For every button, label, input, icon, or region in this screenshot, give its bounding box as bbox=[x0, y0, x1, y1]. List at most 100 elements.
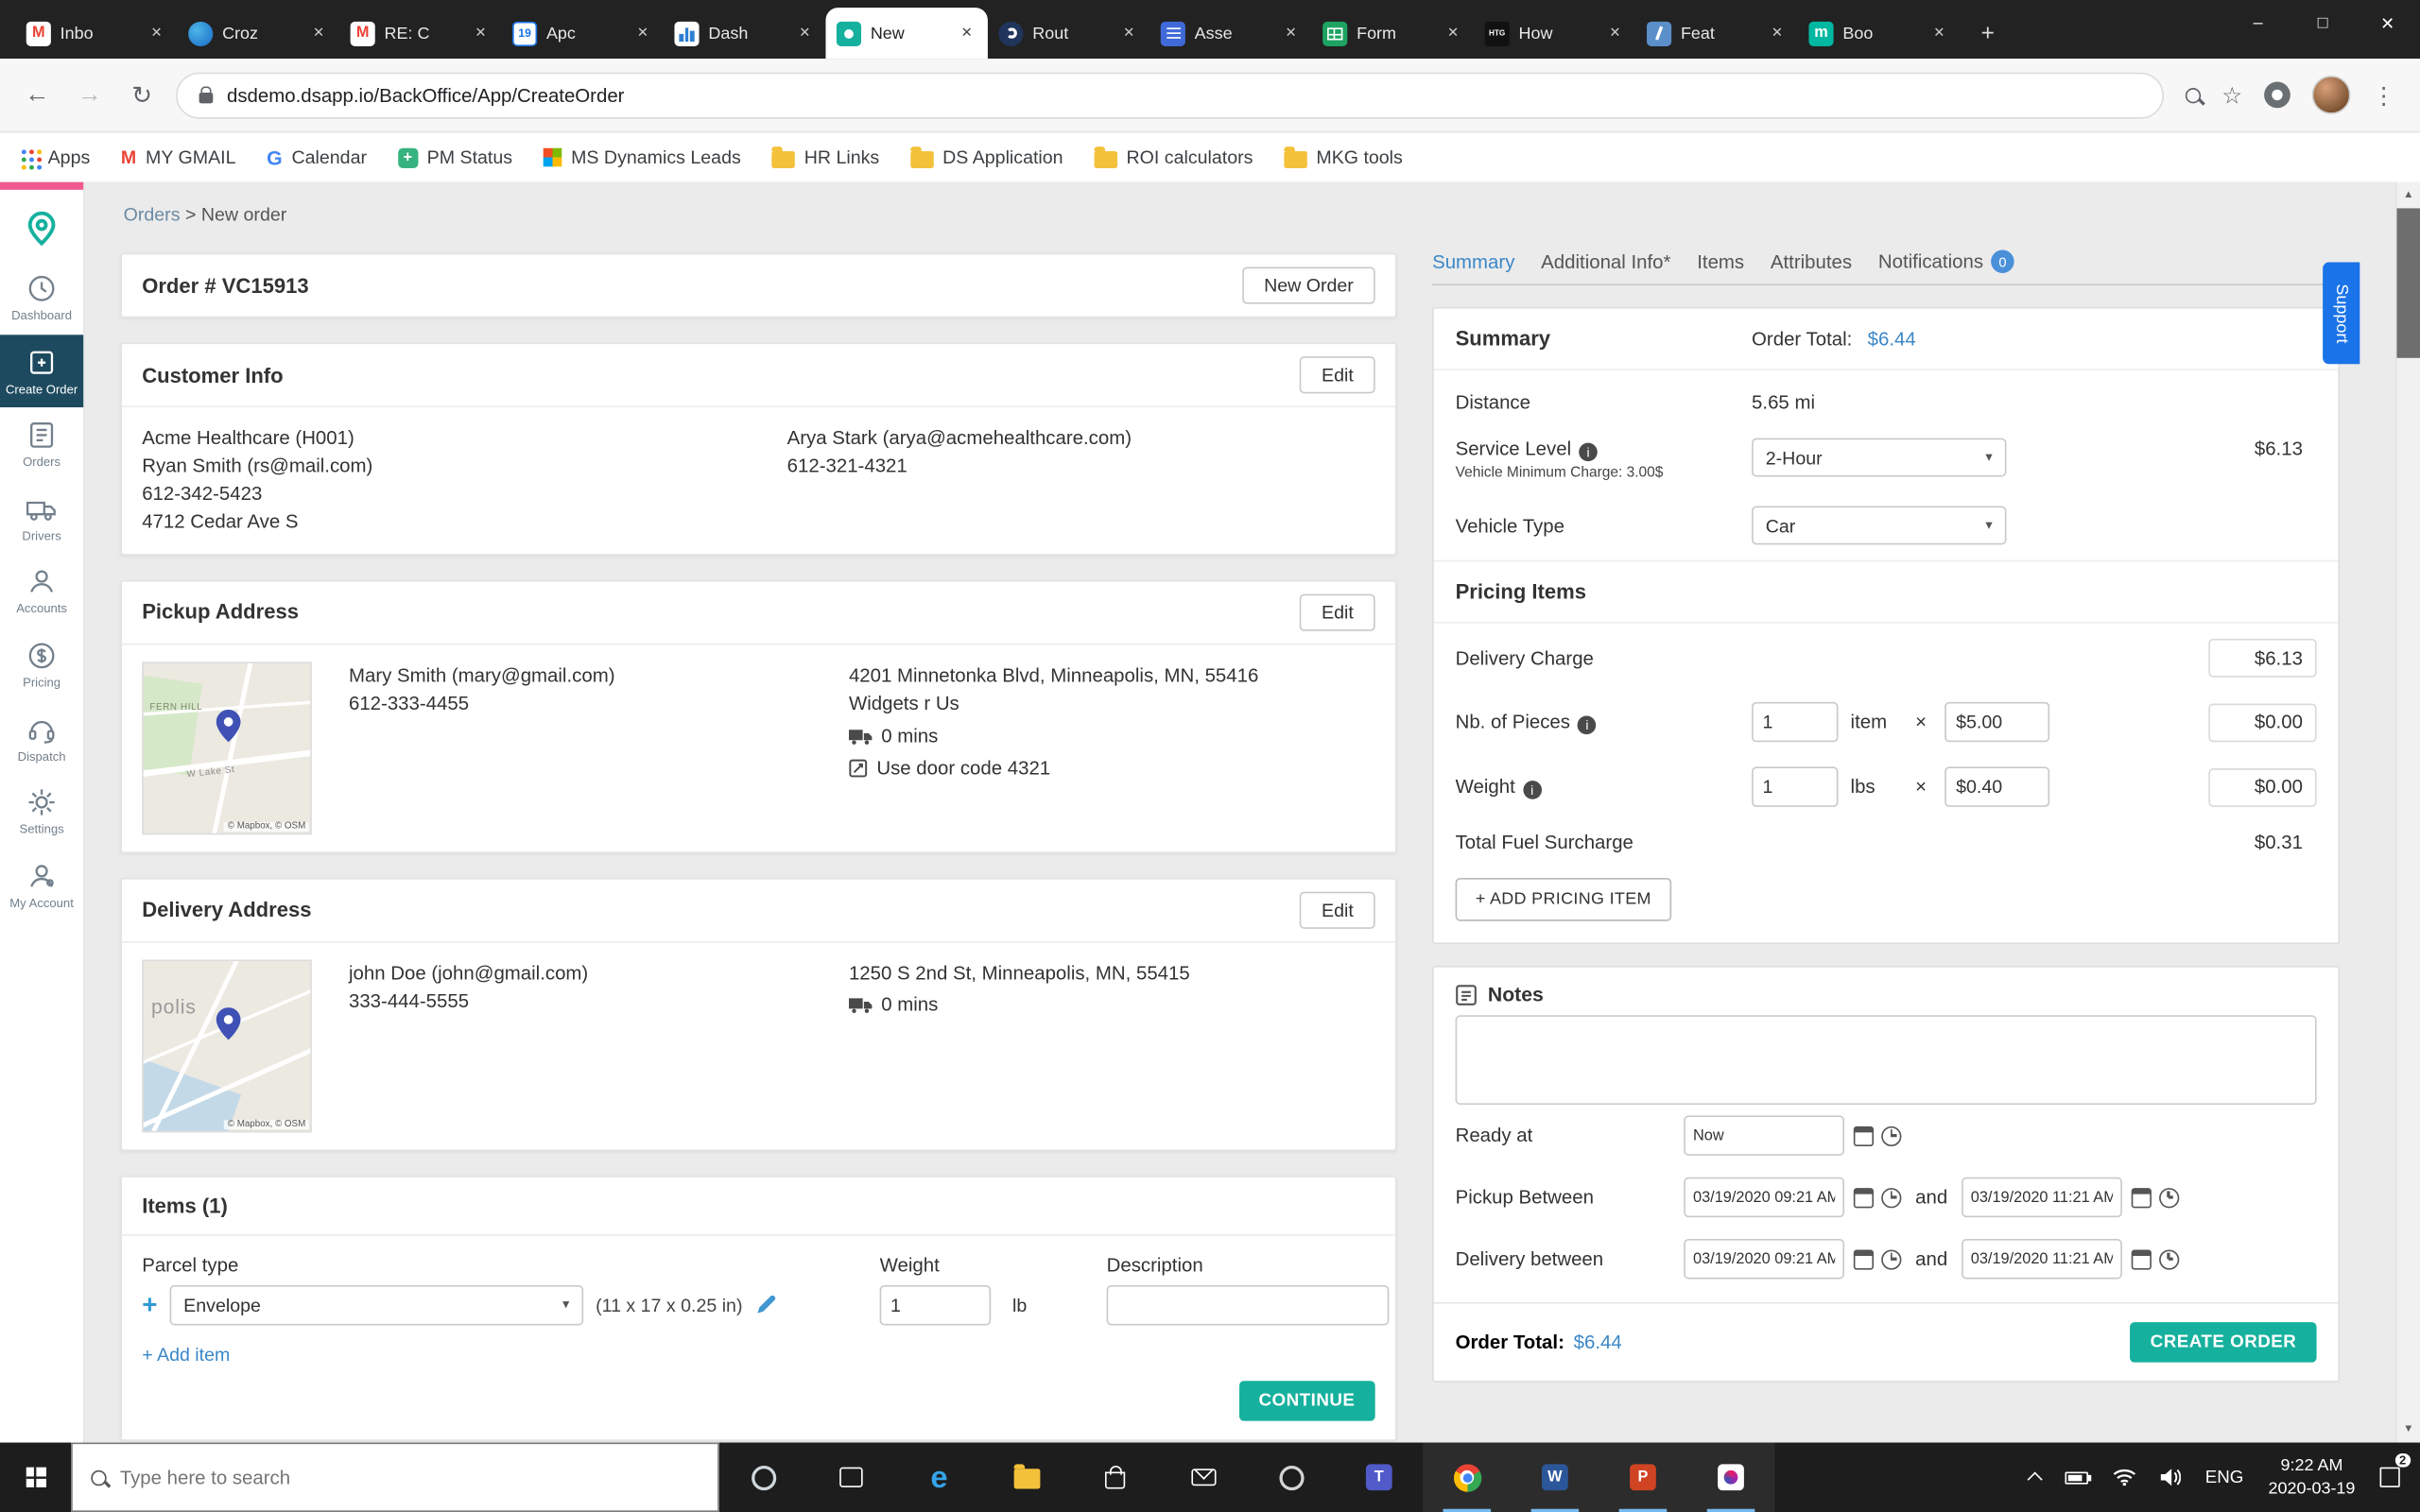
sidebar-item-dashboard[interactable]: Dashboard bbox=[0, 261, 83, 335]
browser-tab[interactable]: Feat ✕ bbox=[1636, 8, 1798, 59]
calendar-icon[interactable] bbox=[1854, 1187, 1874, 1207]
info-icon[interactable] bbox=[1578, 715, 1597, 734]
sidebar-item-drivers[interactable]: Drivers bbox=[0, 481, 83, 555]
extension-icon[interactable] bbox=[2264, 82, 2290, 109]
network-button[interactable] bbox=[2100, 1443, 2149, 1512]
parcel-type-select[interactable]: Envelope ▾ bbox=[169, 1284, 583, 1324]
description-input[interactable] bbox=[1107, 1284, 1390, 1324]
cortana-button[interactable] bbox=[719, 1443, 807, 1512]
weight-pricing-input[interactable] bbox=[1752, 766, 1838, 806]
bookmark-hr-links[interactable]: HR Links bbox=[771, 146, 879, 168]
weight-input[interactable] bbox=[880, 1284, 992, 1324]
mail-button[interactable] bbox=[1159, 1443, 1247, 1512]
sidebar-item-pricing[interactable]: Pricing bbox=[0, 627, 83, 701]
clock-icon[interactable] bbox=[1881, 1249, 1901, 1269]
tab-close-icon[interactable]: ✕ bbox=[1767, 25, 1787, 42]
edit-pickup-button[interactable]: Edit bbox=[1300, 593, 1374, 630]
edit-parcel-icon[interactable] bbox=[755, 1293, 778, 1315]
sidebar-item-orders[interactable]: Orders bbox=[0, 407, 83, 481]
taskbar-search[interactable] bbox=[71, 1443, 719, 1512]
bookmark-ms-dynamics[interactable]: MS Dynamics Leads bbox=[544, 146, 741, 168]
tab-close-icon[interactable]: ✕ bbox=[1119, 25, 1139, 42]
paint3d-button[interactable] bbox=[1686, 1443, 1774, 1512]
sidebar-item-settings[interactable]: Settings bbox=[0, 775, 83, 849]
sidebar-item-my-account[interactable]: My Account bbox=[0, 849, 83, 922]
pieces-input[interactable] bbox=[1752, 702, 1838, 742]
pickup-from-input[interactable] bbox=[1684, 1177, 1844, 1217]
clock-icon[interactable] bbox=[1881, 1125, 1901, 1145]
capture-app-button[interactable] bbox=[1247, 1443, 1335, 1512]
bookmark-ds-application[interactable]: DS Application bbox=[910, 146, 1063, 168]
minimize-button[interactable]: – bbox=[2225, 0, 2290, 46]
tab-close-icon[interactable]: ✕ bbox=[1443, 25, 1463, 42]
sidebar-item-create-order[interactable]: Create Order bbox=[0, 335, 83, 408]
taskbar-clock[interactable]: 9:22 AM2020-03-19 bbox=[2256, 1443, 2367, 1512]
browser-tab[interactable]: Rout ✕ bbox=[988, 8, 1150, 59]
tab-summary[interactable]: Summary bbox=[1432, 250, 1514, 272]
support-tab[interactable]: Support bbox=[2323, 263, 2360, 365]
info-icon[interactable] bbox=[1523, 780, 1542, 799]
browser-tab[interactable]: m Boo ✕ bbox=[1798, 8, 1960, 59]
ready-at-input[interactable] bbox=[1684, 1115, 1844, 1155]
forward-button[interactable]: → bbox=[71, 81, 108, 109]
browser-tab[interactable]: Asse ✕ bbox=[1150, 8, 1311, 59]
continue-button[interactable]: CONTINUE bbox=[1238, 1380, 1374, 1419]
tab-close-icon[interactable]: ✕ bbox=[1605, 25, 1625, 42]
vehicle-type-select[interactable]: Car ▾ bbox=[1752, 507, 2006, 545]
bookmark-my-gmail[interactable]: MMY GMAIL bbox=[121, 146, 236, 168]
scroll-up-arrow[interactable]: ▲ bbox=[2403, 182, 2413, 209]
scrollbar-thumb[interactable] bbox=[2397, 208, 2420, 357]
pickup-to-input[interactable] bbox=[1962, 1177, 2122, 1217]
browser-tab[interactable]: M Inbo ✕ bbox=[15, 8, 177, 59]
tab-close-icon[interactable]: ✕ bbox=[471, 25, 491, 42]
maximize-button[interactable]: □ bbox=[2290, 0, 2356, 46]
tab-attributes[interactable]: Attributes bbox=[1771, 250, 1852, 272]
bookmark-mkg-tools[interactable]: MKG tools bbox=[1284, 146, 1403, 168]
edit-customer-button[interactable]: Edit bbox=[1300, 356, 1374, 393]
close-window-button[interactable]: ✕ bbox=[2355, 0, 2420, 46]
teams-button[interactable]: T bbox=[1335, 1443, 1423, 1512]
clock-icon[interactable] bbox=[1881, 1187, 1901, 1207]
delivery-from-input[interactable] bbox=[1684, 1239, 1844, 1279]
battery-button[interactable] bbox=[2052, 1443, 2100, 1512]
reload-button[interactable]: ↻ bbox=[124, 79, 161, 111]
info-icon[interactable] bbox=[1579, 443, 1598, 462]
bookmark-star-icon[interactable]: ☆ bbox=[2221, 81, 2242, 109]
tab-additional-info[interactable]: Additional Info* bbox=[1541, 250, 1670, 272]
delivery-map[interactable]: polis © Mapbox, © OSM bbox=[142, 959, 312, 1132]
pieces-rate-input[interactable] bbox=[1945, 702, 2050, 742]
edge-button[interactable]: e bbox=[895, 1443, 983, 1512]
bookmark-calendar[interactable]: GCalendar bbox=[267, 146, 367, 168]
sidebar-item-accounts[interactable]: Accounts bbox=[0, 555, 83, 628]
app-logo[interactable] bbox=[22, 190, 61, 261]
clock-icon[interactable] bbox=[2159, 1249, 2179, 1269]
weight-rate-input[interactable] bbox=[1945, 766, 2050, 806]
calendar-icon[interactable] bbox=[1854, 1125, 1874, 1145]
breadcrumb-orders-link[interactable]: Orders bbox=[124, 204, 181, 226]
bookmark-pm-status[interactable]: PM Status bbox=[398, 146, 512, 168]
new-tab-button[interactable]: + bbox=[1966, 12, 2010, 52]
browser-tab[interactable]: Croz ✕ bbox=[178, 8, 339, 59]
volume-button[interactable] bbox=[2148, 1443, 2192, 1512]
tab-close-icon[interactable]: ✕ bbox=[309, 25, 329, 42]
taskbar-search-input[interactable] bbox=[120, 1467, 700, 1488]
add-pricing-item-button[interactable]: + ADD PRICING ITEM bbox=[1456, 878, 1671, 921]
add-parcel-icon[interactable]: + bbox=[142, 1289, 157, 1320]
notes-textarea[interactable] bbox=[1456, 1015, 2317, 1105]
new-order-button[interactable]: New Order bbox=[1242, 266, 1374, 303]
calendar-icon[interactable] bbox=[2131, 1187, 2151, 1207]
chrome-button[interactable] bbox=[1423, 1443, 1511, 1512]
create-order-button[interactable]: CREATE ORDER bbox=[2130, 1322, 2316, 1362]
pickup-map[interactable]: FERN HILL W Lake St © Mapbox, © OSM bbox=[142, 662, 312, 834]
service-level-select[interactable]: 2-Hour ▾ bbox=[1752, 438, 2006, 477]
browser-tab[interactable]: M RE: C ✕ bbox=[339, 8, 501, 59]
store-button[interactable] bbox=[1071, 1443, 1159, 1512]
edit-delivery-button[interactable]: Edit bbox=[1300, 891, 1374, 928]
delivery-to-input[interactable] bbox=[1962, 1239, 2122, 1279]
tab-items[interactable]: Items bbox=[1697, 250, 1744, 272]
tab-close-icon[interactable]: ✕ bbox=[632, 25, 652, 42]
browser-tab[interactable]: 19 Apc ✕ bbox=[502, 8, 664, 59]
search-icon[interactable] bbox=[2185, 87, 2200, 102]
add-item-link[interactable]: + Add item bbox=[122, 1325, 1395, 1374]
page-scrollbar[interactable]: ▲ ▼ bbox=[2395, 182, 2420, 1443]
